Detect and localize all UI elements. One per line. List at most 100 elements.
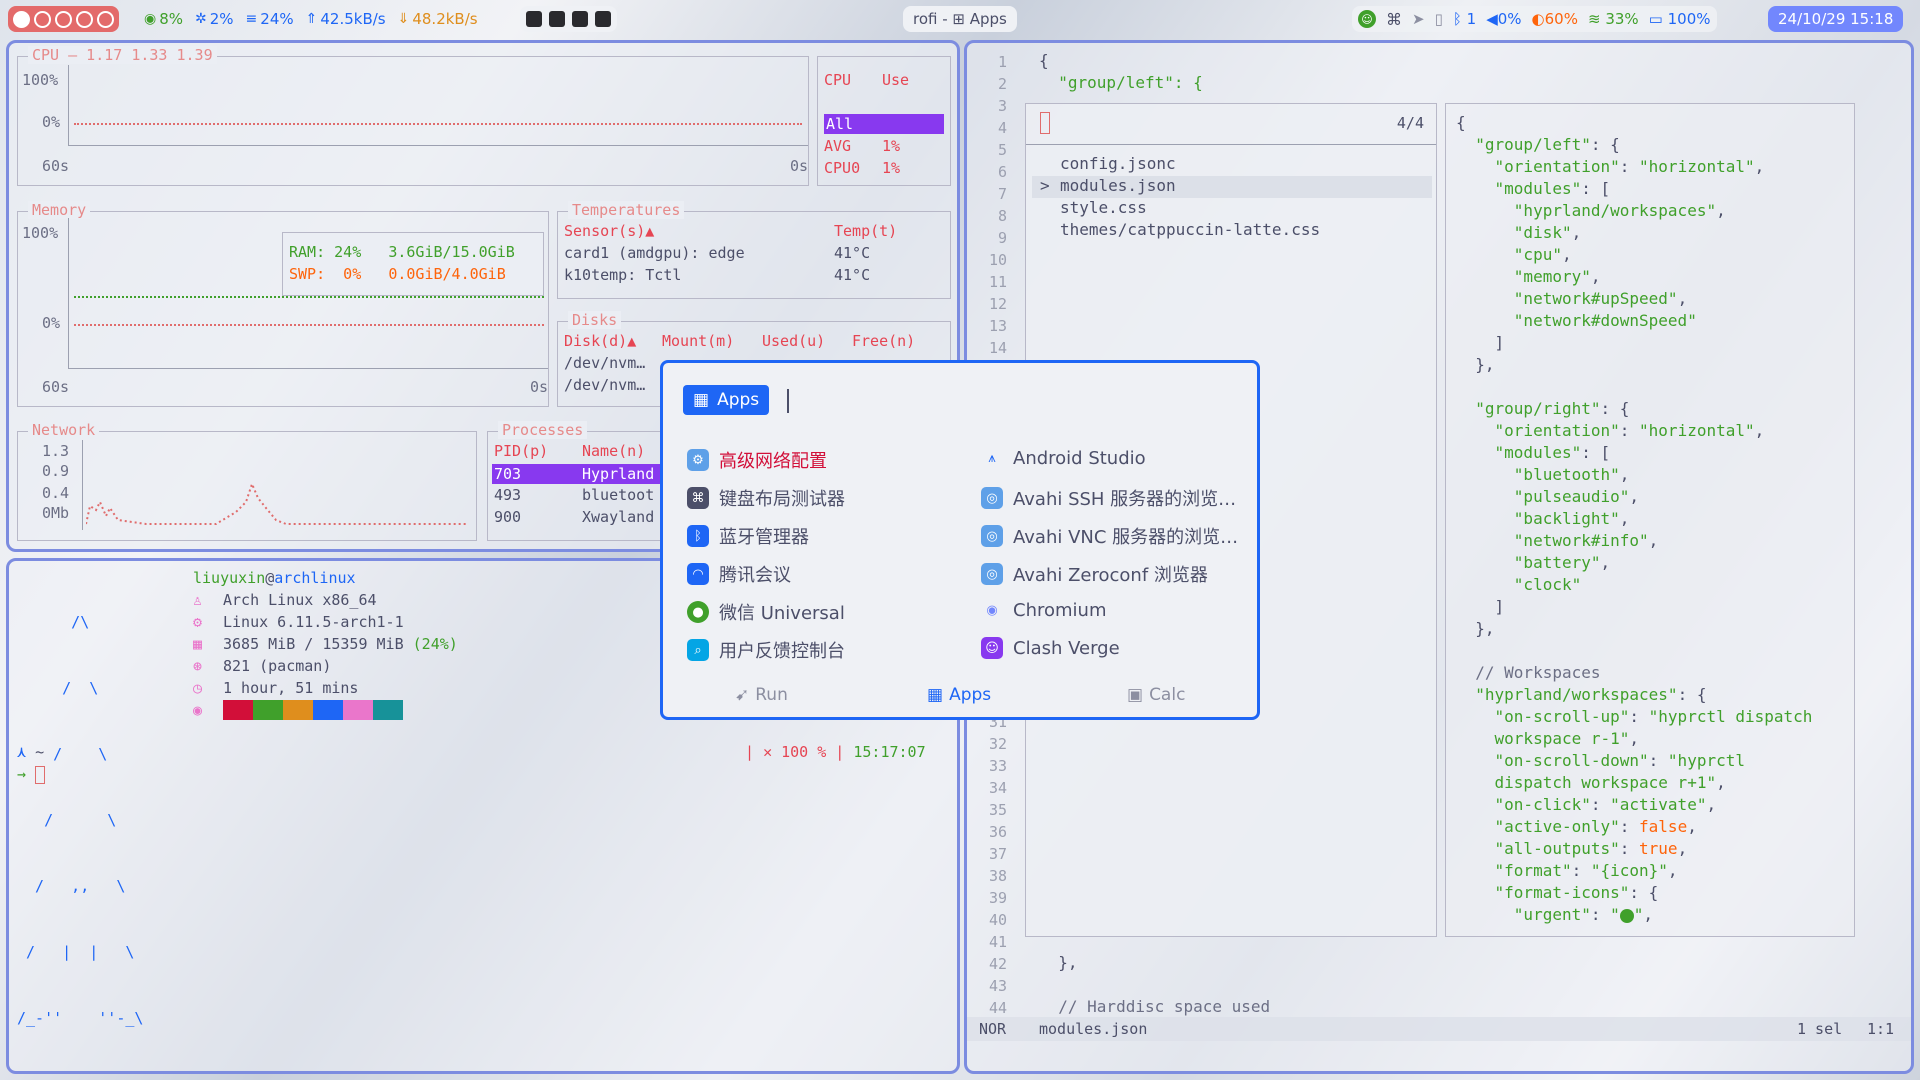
- avahi-icon: ◎: [981, 563, 1003, 585]
- up-speed-stat[interactable]: ⇑ 42.5kB/s: [306, 10, 386, 28]
- picker-item[interactable]: themes/catppuccin-latte.css: [1060, 220, 1320, 239]
- disk-header[interactable]: Disk(d)▲: [564, 332, 636, 350]
- telegram-icon[interactable]: ➤: [1412, 10, 1425, 28]
- app-item[interactable]: ☺ Clash Verge: [981, 637, 1120, 659]
- network-scale-label: 1.3: [42, 442, 70, 460]
- app-item[interactable]: ⌕ 用户反馈控制台: [687, 637, 845, 663]
- swap-graph-line: [74, 324, 544, 326]
- workspace-4-button[interactable]: [76, 10, 93, 28]
- cpu-y-bottom: 0%: [42, 113, 61, 131]
- wifi-status[interactable]: ≋ 33%: [1588, 10, 1639, 28]
- backlight-status[interactable]: ◐60%: [1532, 10, 1578, 28]
- free-header[interactable]: Free(n): [852, 332, 915, 350]
- cpu-gear-icon: ✲: [195, 11, 207, 27]
- prompt-arrow-icon: →: [17, 765, 27, 783]
- workspace-1-button[interactable]: [13, 10, 30, 28]
- memory-summary: RAM: 24% 3.6GiB/15.0GiB SWP: 0% 0.0GiB/4…: [282, 232, 544, 296]
- down-speed-stat[interactable]: ⇓ 48.2kB/s: [398, 10, 478, 28]
- uptime-info: 1 hour, 51 mins: [223, 679, 359, 697]
- tab-run[interactable]: ➹ Run: [735, 685, 788, 705]
- app-item[interactable]: ⚙ 高级网络配置: [687, 447, 827, 473]
- memory-stat[interactable]: ≡ 24%: [246, 10, 294, 28]
- name-header[interactable]: Name(n): [582, 442, 645, 460]
- mode-badge[interactable]: ▦ Apps: [683, 385, 770, 415]
- memory-info: 3685 MiB / 15359 MiB: [223, 635, 413, 653]
- cpu-box: CPU — 1.17 1.33 1.39 100% 0% 60s 0s: [17, 46, 809, 186]
- app-item[interactable]: ◠ 腾讯会议: [687, 561, 791, 587]
- app-item[interactable]: ● 微信 Universal: [687, 599, 845, 625]
- package-icon: ⊛: [193, 657, 203, 675]
- disk-stat[interactable]: ◉ 8%: [144, 10, 183, 28]
- error-icon: ✕: [763, 743, 773, 761]
- app-item[interactable]: ◉ Chromium: [981, 599, 1106, 621]
- cpu-table-box: CPU Use All AVG 1% CPU0 1%: [817, 56, 951, 186]
- cpu-header: CPU: [824, 71, 852, 89]
- network-scale-label: 0.9: [42, 462, 70, 480]
- code-line: // Harddisc space used: [1039, 997, 1271, 1016]
- rofi-launcher[interactable]: ▦ Apps ⚙ 高级网络配置 ⌘ 键盘布局测试器 ᛒ 蓝牙管理器 ◠ 腾讯会议…: [660, 360, 1260, 720]
- sensor-temp: 41°C: [834, 266, 871, 284]
- bluetooth-status[interactable]: ᛒ 1: [1453, 10, 1476, 28]
- cpu-x-left: 60s: [42, 157, 70, 175]
- network-title: Network: [28, 421, 100, 439]
- cpu0-label: CPU0: [824, 159, 861, 177]
- tab-apps[interactable]: ▦ Apps: [927, 685, 991, 705]
- app-item[interactable]: ◎ Avahi SSH 服务器的浏览…: [981, 485, 1236, 511]
- app-item[interactable]: ◎ Avahi Zeroconf 浏览器: [981, 561, 1208, 587]
- app-item[interactable]: ⩚ Android Studio: [981, 447, 1145, 469]
- swap-usage: SWP: 0% 0.0GiB/4.0GiB: [289, 265, 506, 283]
- network-config-icon: ⚙: [687, 449, 709, 471]
- workspace-2-button[interactable]: [34, 10, 51, 28]
- picker-item[interactable]: style.css: [1060, 198, 1147, 217]
- sensor-name: card1 (amdgpu): edge: [564, 244, 745, 262]
- terminal-icon[interactable]: [549, 11, 565, 27]
- cpu-y-top: 100%: [22, 71, 59, 89]
- arch-prompt-icon: ⋏: [17, 743, 27, 761]
- network-scale-label: 0.4: [42, 484, 70, 502]
- workspace-3-button[interactable]: [55, 10, 72, 28]
- android-studio-icon: ⩚: [988, 450, 996, 466]
- volume-status[interactable]: ◀0%: [1486, 10, 1521, 28]
- color-palette: ◉: [193, 699, 458, 721]
- fetch-info: liuyuxin@archlinux ♙ Arch Linux x86_64 ⚙ L…: [193, 569, 458, 721]
- terminal-icon[interactable]: [572, 11, 588, 27]
- picker-item[interactable]: config.jsonc: [1060, 154, 1176, 173]
- app-item[interactable]: ◎ Avahi VNC 服务器的浏览…: [981, 523, 1238, 549]
- app-item[interactable]: ⌘ 键盘布局测试器: [687, 485, 845, 511]
- ram-usage: RAM: 24% 3.6GiB/15.0GiB: [289, 243, 515, 261]
- used-header[interactable]: Used(u): [762, 332, 825, 350]
- sensor-header[interactable]: Sensor(s)▲: [564, 222, 654, 240]
- temperatures-box: Temperatures Sensor(s)▲ Temp(t) card1 (a…: [557, 201, 951, 299]
- picker-input[interactable]: [1040, 112, 1050, 134]
- search-input[interactable]: [787, 389, 789, 413]
- battery-icon: ▭: [1648, 10, 1663, 28]
- calculator-icon: ▣: [1127, 685, 1144, 705]
- disk-name: /dev/nvm…: [564, 376, 646, 394]
- processes-title: Processes: [498, 421, 588, 439]
- app-item[interactable]: ᛒ 蓝牙管理器: [687, 523, 809, 549]
- tab-calc[interactable]: ▣ Calc: [1127, 685, 1185, 705]
- picker-item-selected[interactable]: > modules.json: [1032, 176, 1432, 198]
- network-box: Network 1.3 0.9 0.4 0Mb: [17, 421, 477, 541]
- tray-app-icon[interactable]: ☺: [1358, 10, 1376, 28]
- grid-icon: ▦: [927, 685, 944, 705]
- cursor[interactable]: [35, 765, 46, 784]
- cpu-title: CPU — 1.17 1.33 1.39: [28, 46, 217, 64]
- use-header: Use: [882, 71, 910, 89]
- memory-y-bottom: 0%: [42, 314, 61, 332]
- status-tray: ☺ ⌘ ➤ ▯ ᛒ 1 ◀0% ◐60% ≋ 33% ▭ 100%: [1352, 6, 1717, 32]
- temp-header[interactable]: Temp(t): [834, 222, 897, 240]
- mount-header[interactable]: Mount(m): [662, 332, 734, 350]
- code-line: {: [1039, 51, 1049, 70]
- clock[interactable]: 24/10/29 15:18: [1768, 6, 1904, 32]
- memory-x-left: 60s: [42, 378, 70, 396]
- cpu-all-row[interactable]: All: [824, 114, 944, 134]
- pid-header[interactable]: PID(p): [494, 442, 548, 460]
- cpu-stat[interactable]: ✲ 2%: [195, 10, 234, 28]
- command-icon[interactable]: ⌘: [1386, 10, 1402, 29]
- code-line: },: [1039, 953, 1078, 972]
- terminal-icon[interactable]: [526, 11, 542, 27]
- terminal-icon[interactable]: [595, 11, 611, 27]
- battery-status[interactable]: ▭ 100%: [1649, 10, 1711, 28]
- workspace-5-button[interactable]: [97, 10, 114, 28]
